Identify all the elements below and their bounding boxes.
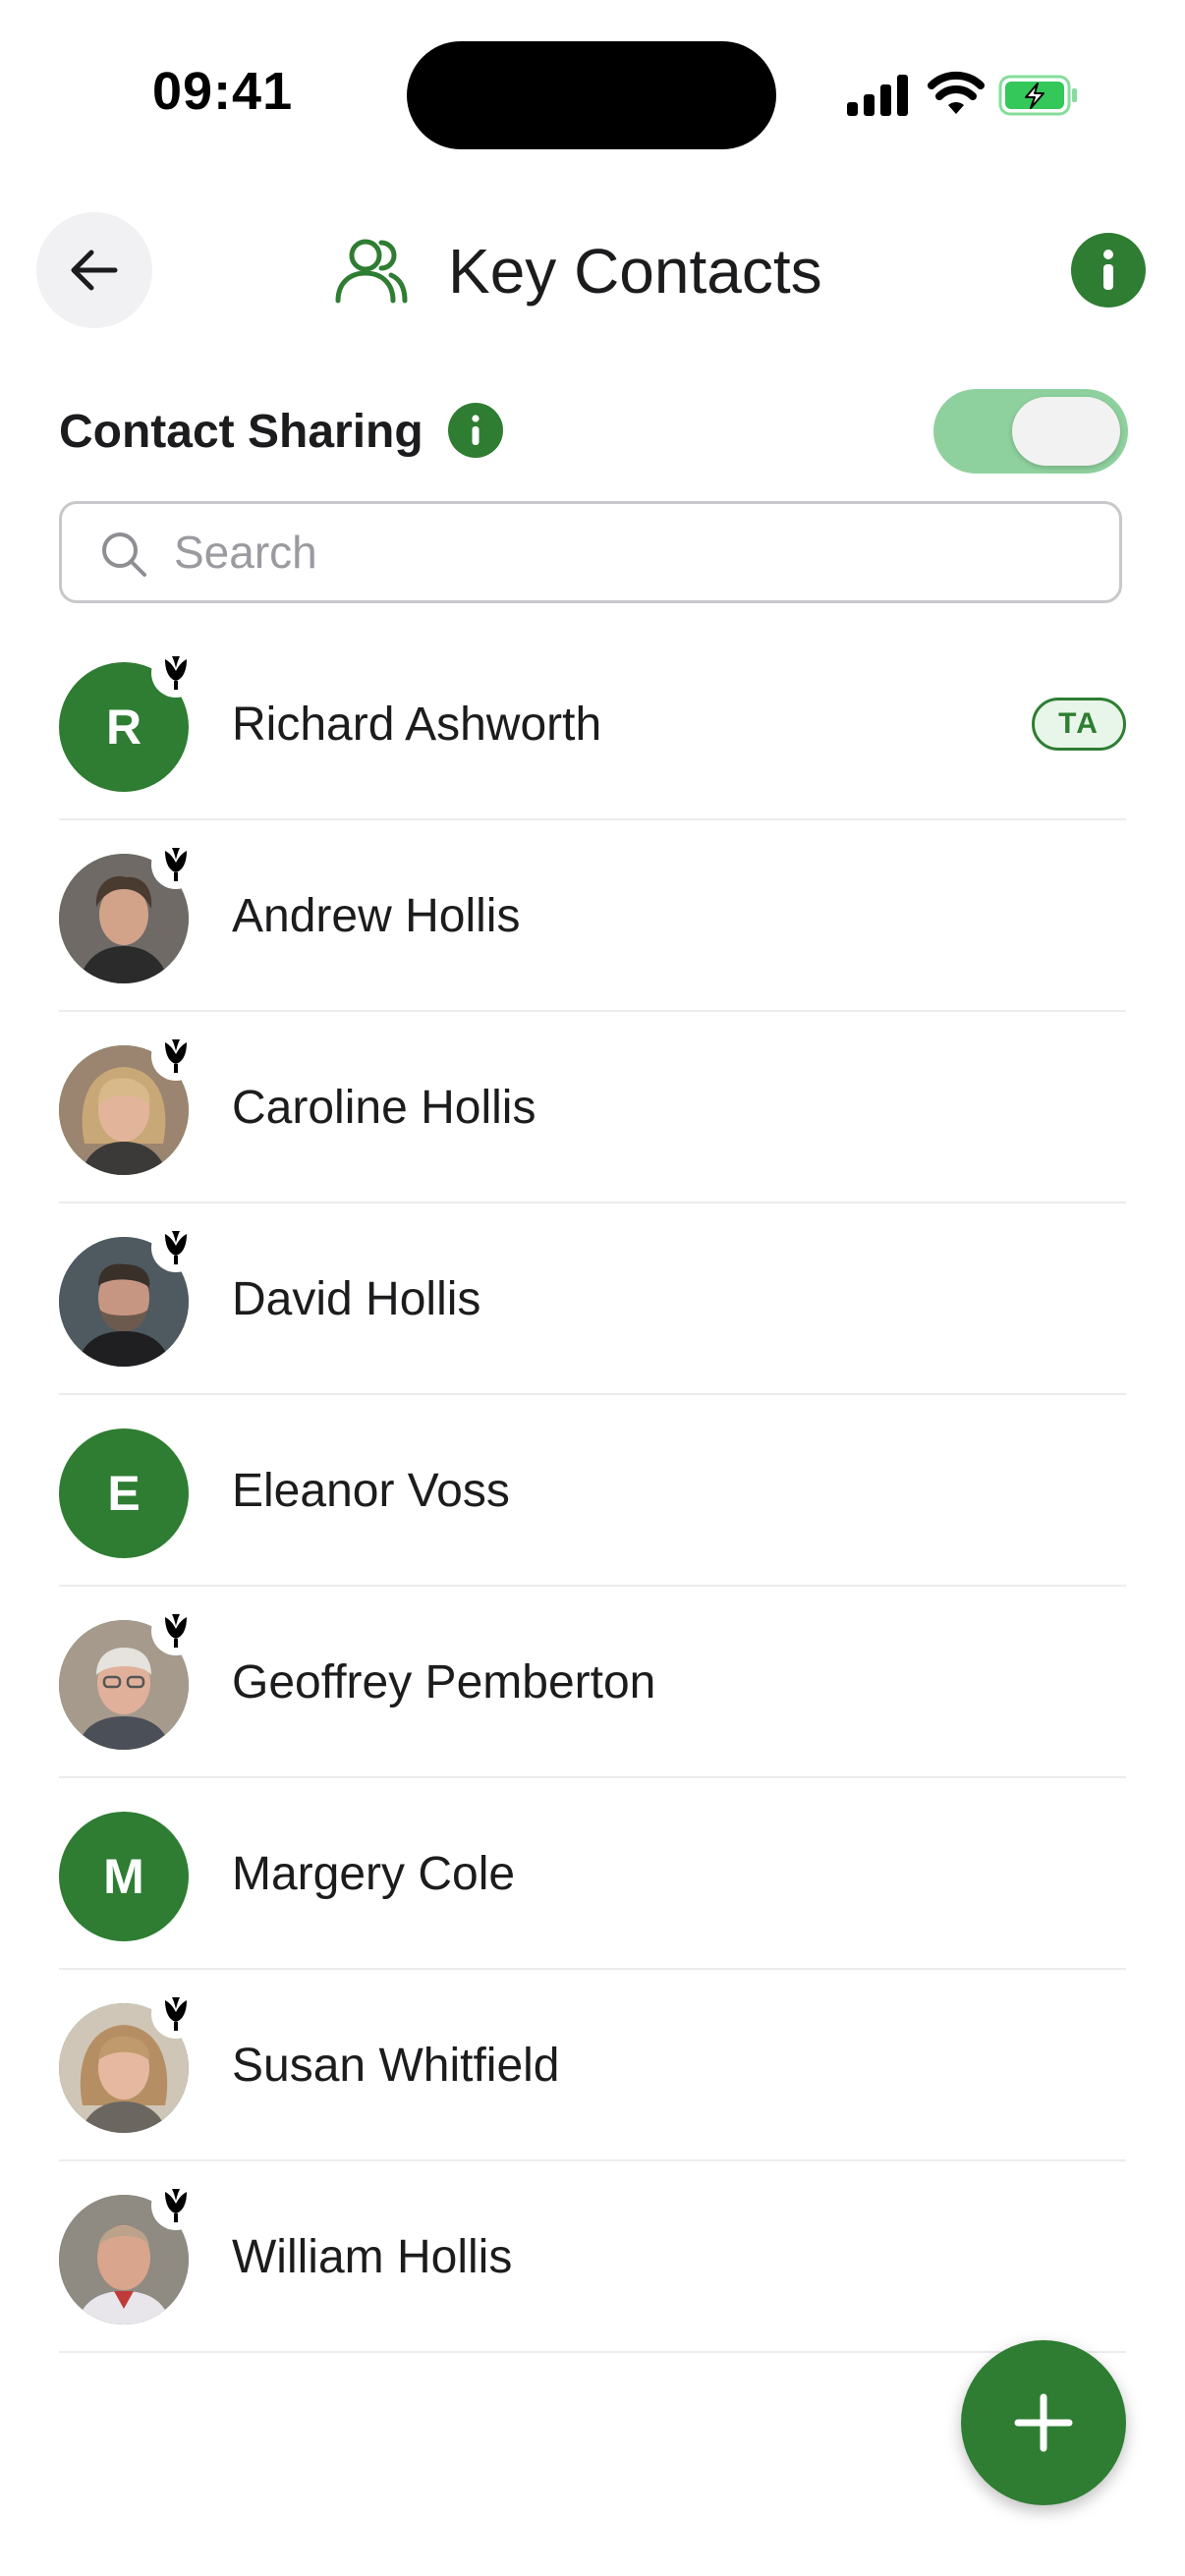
avatar-initial: M bbox=[103, 1849, 144, 1904]
contact-name: Andrew Hollis bbox=[232, 890, 521, 942]
tulip-badge-icon bbox=[151, 1032, 200, 1081]
contact-row[interactable]: William Hollis bbox=[59, 2161, 1126, 2353]
battery-charging-icon bbox=[998, 75, 1077, 116]
contact-row[interactable]: David Hollis bbox=[59, 1204, 1126, 1395]
contact-row[interactable]: R Richard Ashworth TA bbox=[59, 629, 1126, 820]
arrow-left-icon bbox=[71, 250, 118, 291]
search-input[interactable] bbox=[174, 504, 1058, 600]
contact-name: Eleanor Voss bbox=[232, 1465, 510, 1517]
contact-name: Susan Whitfield bbox=[232, 2040, 560, 2092]
plus-icon bbox=[1014, 2393, 1073, 2452]
tulip-badge-icon bbox=[151, 840, 200, 889]
contact-row[interactable]: Susan Whitfield bbox=[59, 1970, 1126, 2161]
status-bar: 09:41 bbox=[0, 0, 1185, 187]
contact-sharing-row: Contact Sharing bbox=[59, 387, 1130, 476]
tulip-badge-icon bbox=[151, 2181, 200, 2230]
contact-name: David Hollis bbox=[232, 1273, 481, 1325]
contact-list: R Richard Ashworth TA Andrew Hollis Caro… bbox=[59, 629, 1126, 2353]
contact-name: Margery Cole bbox=[232, 1848, 516, 1900]
avatar: M bbox=[59, 1812, 189, 1941]
contact-sharing-toggle[interactable] bbox=[933, 389, 1128, 474]
info-icon bbox=[472, 415, 480, 445]
contact-row[interactable]: E Eleanor Voss bbox=[59, 1395, 1126, 1587]
contact-row[interactable]: Andrew Hollis bbox=[59, 820, 1126, 1012]
contact-name: William Hollis bbox=[232, 2231, 513, 2283]
tulip-badge-icon bbox=[151, 1223, 200, 1272]
page-title-group: Key Contacts bbox=[334, 232, 822, 310]
contact-sharing-info-button[interactable] bbox=[448, 403, 503, 458]
avatar-initial: E bbox=[107, 1466, 141, 1521]
contact-row[interactable]: Caroline Hollis bbox=[59, 1012, 1126, 1204]
contact-name: Geoffrey Pemberton bbox=[232, 1656, 656, 1708]
search-bar bbox=[59, 501, 1122, 603]
contact-tag-badge: TA bbox=[1032, 698, 1126, 751]
dynamic-island bbox=[407, 41, 776, 149]
status-time: 09:41 bbox=[152, 62, 294, 121]
nav-header: Key Contacts bbox=[0, 206, 1185, 334]
tulip-badge-icon bbox=[151, 648, 200, 698]
contact-sharing-label: Contact Sharing bbox=[59, 406, 423, 458]
tulip-badge-icon bbox=[151, 1989, 200, 2039]
contact-name: Richard Ashworth bbox=[232, 699, 602, 751]
contact-row[interactable]: M Margery Cole bbox=[59, 1778, 1126, 1970]
avatar: E bbox=[59, 1428, 189, 1558]
contact-name: Caroline Hollis bbox=[232, 1082, 536, 1134]
info-icon bbox=[1103, 250, 1113, 290]
cellular-signal-icon bbox=[847, 75, 908, 116]
search-icon bbox=[102, 532, 146, 577]
wifi-icon bbox=[928, 71, 985, 114]
tulip-badge-icon bbox=[151, 1606, 200, 1655]
avatar-initial: R bbox=[105, 700, 142, 755]
toggle-knob bbox=[1012, 397, 1120, 466]
info-button[interactable] bbox=[1071, 233, 1146, 308]
page-title: Key Contacts bbox=[448, 236, 822, 307]
contact-row[interactable]: Geoffrey Pemberton bbox=[59, 1587, 1126, 1778]
add-contact-button[interactable] bbox=[961, 2340, 1126, 2505]
back-button[interactable] bbox=[36, 212, 152, 328]
users-icon bbox=[335, 239, 408, 304]
